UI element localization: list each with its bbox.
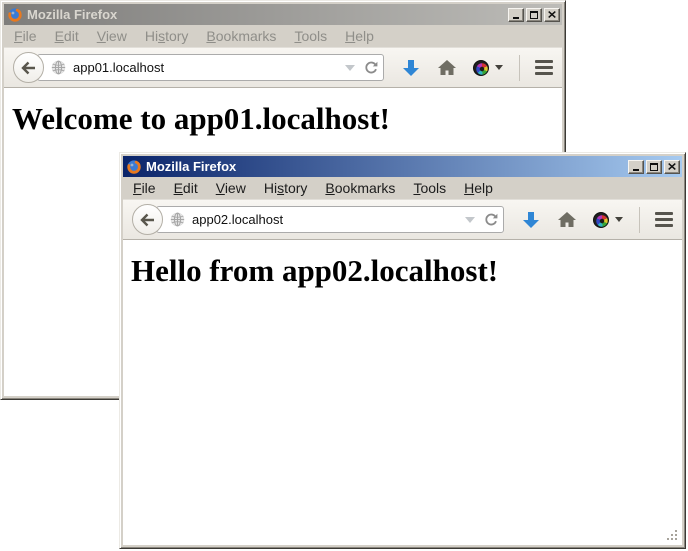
maximize-icon: [530, 11, 538, 19]
title-bar[interactable]: Mozilla Firefox: [123, 156, 682, 177]
url-input[interactable]: [73, 60, 341, 75]
back-button[interactable]: [13, 52, 44, 83]
menu-history[interactable]: History: [255, 180, 317, 196]
caret-down-icon: [615, 217, 623, 222]
title-bar[interactable]: Mozilla Firefox: [4, 4, 562, 25]
download-arrow-icon: [521, 211, 541, 229]
window-controls: [508, 8, 560, 22]
home-button[interactable]: [558, 212, 576, 227]
home-button[interactable]: [438, 60, 456, 75]
close-icon: [548, 11, 556, 18]
close-button[interactable]: [544, 8, 560, 22]
home-icon: [438, 60, 456, 75]
menu-bookmarks[interactable]: Bookmarks: [197, 28, 285, 44]
urlbar-dropdown-icon[interactable]: [465, 217, 475, 223]
colorwheel-icon: [593, 212, 609, 228]
menu-help[interactable]: Help: [455, 180, 502, 196]
menu-edit[interactable]: Edit: [165, 180, 207, 196]
addon-colorwheel-button[interactable]: [593, 212, 623, 228]
hamburger-icon: [655, 212, 673, 215]
caret-down-icon: [495, 65, 503, 70]
download-button[interactable]: [521, 211, 541, 229]
firefox-logo-icon: [7, 7, 23, 23]
minimize-button[interactable]: [628, 160, 644, 174]
menu-bar: File Edit View History Bookmarks Tools H…: [123, 177, 682, 199]
toolbar-separator: [639, 207, 640, 233]
close-button[interactable]: [664, 160, 680, 174]
resize-grip[interactable]: [665, 528, 677, 540]
home-icon: [558, 212, 576, 227]
window-title: Mozilla Firefox: [27, 7, 508, 22]
reload-icon[interactable]: [364, 61, 378, 75]
minimize-button[interactable]: [508, 8, 524, 22]
urlbar-dropdown-icon[interactable]: [345, 65, 355, 71]
toolbar-separator: [519, 55, 520, 81]
menu-bookmarks[interactable]: Bookmarks: [316, 180, 404, 196]
back-arrow-icon: [140, 213, 156, 227]
menu-hamburger-button[interactable]: [655, 212, 673, 227]
back-arrow-icon: [21, 61, 37, 75]
menu-edit[interactable]: Edit: [46, 28, 88, 44]
url-input[interactable]: [192, 212, 461, 227]
hamburger-icon: [535, 60, 553, 63]
firefox-logo-icon: [126, 159, 142, 175]
menu-tools[interactable]: Tools: [404, 180, 455, 196]
addon-colorwheel-button[interactable]: [473, 60, 503, 76]
menu-view[interactable]: View: [207, 180, 255, 196]
close-icon: [668, 163, 676, 170]
page-heading: Hello from app02.localhost!: [131, 253, 682, 289]
navigation-toolbar: [4, 47, 562, 88]
menu-bar: File Edit View History Bookmarks Tools H…: [4, 25, 562, 47]
navigation-toolbar: [123, 199, 682, 240]
site-globe-icon: [51, 60, 66, 75]
maximize-button[interactable]: [526, 8, 542, 22]
menu-tools[interactable]: Tools: [285, 28, 336, 44]
url-bar[interactable]: [37, 54, 384, 81]
menu-history[interactable]: History: [136, 28, 198, 44]
download-button[interactable]: [401, 59, 421, 77]
minimize-icon: [633, 169, 639, 171]
window-controls: [628, 160, 680, 174]
url-bar[interactable]: [156, 206, 504, 233]
firefox-window-app02: Mozilla Firefox File Edit View History B…: [119, 152, 686, 549]
menu-file[interactable]: File: [5, 28, 46, 44]
maximize-icon: [650, 163, 658, 171]
menu-view[interactable]: View: [88, 28, 136, 44]
menu-file[interactable]: File: [124, 180, 165, 196]
back-button[interactable]: [132, 204, 163, 235]
maximize-button[interactable]: [646, 160, 662, 174]
page-heading: Welcome to app01.localhost!: [12, 101, 562, 137]
download-arrow-icon: [401, 59, 421, 77]
menu-help[interactable]: Help: [336, 28, 383, 44]
reload-icon[interactable]: [484, 213, 498, 227]
site-globe-icon: [170, 212, 185, 227]
page-content: Hello from app02.localhost!: [123, 240, 682, 545]
window-title: Mozilla Firefox: [146, 159, 628, 174]
minimize-icon: [513, 17, 519, 19]
menu-hamburger-button[interactable]: [535, 60, 553, 75]
colorwheel-icon: [473, 60, 489, 76]
